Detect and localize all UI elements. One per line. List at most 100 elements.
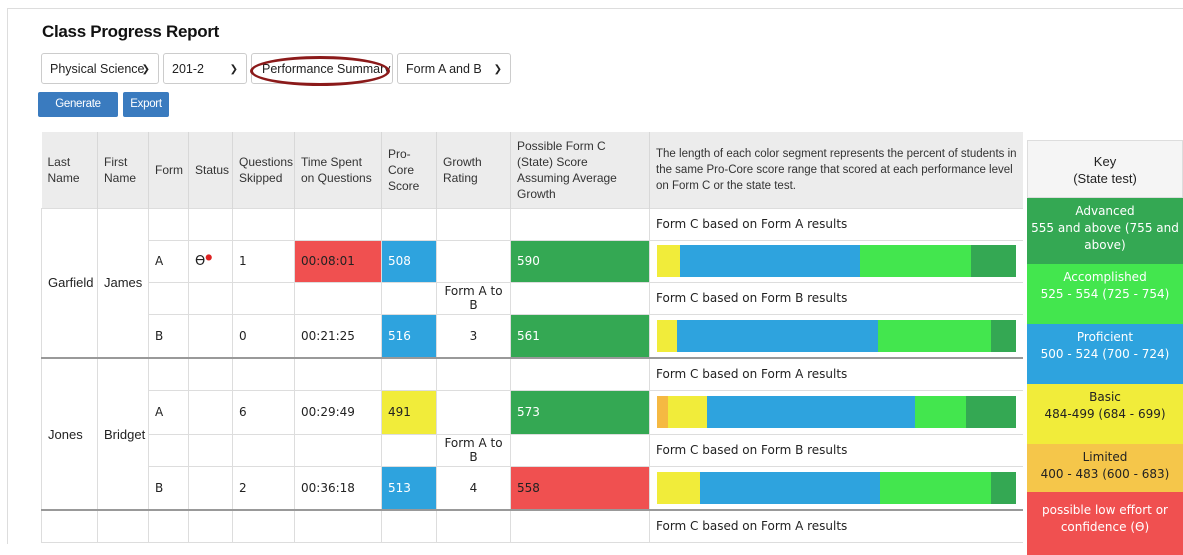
growth-cell <box>436 389 511 435</box>
page-title: Class Progress Report <box>42 22 219 41</box>
status-cell <box>188 389 233 435</box>
bar-caption: Form C based on Form A results <box>649 357 1023 391</box>
key-item-range: 525 - 554 (725 - 754) <box>1040 287 1170 301</box>
class-select[interactable]: 201-2 ❯ <box>163 53 247 84</box>
key-header: Key (State test) <box>1027 140 1183 198</box>
growth-label-cell: Form A to B <box>436 433 511 467</box>
form-cell: A <box>148 239 189 283</box>
table-row: B 0 00:21:25 516 3 561 <box>42 313 1023 359</box>
growth-label-cell: Form A to B <box>436 281 511 315</box>
key-item-range: 500 - 524 (700 - 724) <box>1040 347 1170 361</box>
form-cell: B <box>148 465 189 511</box>
key-items: Advanced 555 and above (755 and above) Acc… <box>1027 198 1183 555</box>
key-item: Proficient 500 - 524 (700 - 724) <box>1027 324 1183 384</box>
subject-select[interactable]: Physical Science ❯ <box>41 53 159 84</box>
skipped-cell: 0 <box>232 313 295 359</box>
form-select[interactable]: Form A and B ❯ <box>397 53 511 84</box>
bar-caption: Form C based on Form A results <box>649 207 1023 241</box>
time-cell: 00:36:18 <box>294 465 382 511</box>
low-confidence-icon: (ϴ) <box>1126 520 1150 534</box>
form-cell: B <box>148 313 189 359</box>
score-cell: 513 <box>381 465 437 511</box>
header-questions-skipped: Questions Skipped <box>232 132 295 208</box>
growth-cell: 3 <box>436 313 511 359</box>
form-cell: A <box>148 389 189 435</box>
form-select-value: Form A and B <box>406 62 482 76</box>
bar-cell <box>649 313 1023 359</box>
bar-segment <box>700 471 880 504</box>
generate-report-button[interactable]: Generate Report <box>38 92 118 135</box>
score-cell: 508 <box>381 239 437 283</box>
bar-segment <box>676 319 878 352</box>
low-confidence-icon: ϴ● <box>195 252 213 270</box>
score-cell: 516 <box>381 313 437 359</box>
bar-segment <box>990 471 1016 504</box>
header-color-segment-explanation: The length of each color segment represe… <box>649 132 1023 208</box>
table-row: B 2 00:36:18 513 4 558 <box>42 465 1023 511</box>
bar-segment <box>657 245 681 277</box>
bar-segment <box>657 319 677 352</box>
chevron-down-icon: ❯ <box>493 64 502 75</box>
key-item-label: possible low effort or confidence (ϴ) <box>1042 503 1168 534</box>
time-cell: 00:08:01 <box>294 239 382 283</box>
status-cell <box>188 313 233 359</box>
time-cell: 00:29:49 <box>294 389 382 435</box>
header-growth-rating: Growth Rating <box>436 132 511 208</box>
table-row: Form A to B Form C based on Form B resul… <box>42 433 1023 467</box>
key-item-label: Accomplished <box>1063 270 1147 284</box>
table-row: Garfield James Form C based on Form A re… <box>41 207 1023 359</box>
header-last-name: Last Name <box>41 132 98 208</box>
bar-segment <box>707 396 916 428</box>
bar-segment <box>879 471 991 504</box>
status-cell <box>188 465 233 511</box>
key-item-range: 484-499 (684 - 699) <box>1044 407 1166 421</box>
skipped-cell: 6 <box>232 389 295 435</box>
performance-bar <box>657 396 1016 428</box>
performance-bar <box>657 245 1016 277</box>
key-item: Accomplished 525 - 554 (725 - 754) <box>1027 264 1183 324</box>
header-time-spent: Time Spent on Questions <box>294 132 382 208</box>
bar-segment <box>667 396 708 428</box>
header-possible-form-c: Possible Form C (State) Score Assuming A… <box>510 132 650 208</box>
key-item: Limited 400 - 483 (600 - 683) <box>1027 444 1183 492</box>
status-cell: ϴ● <box>188 239 233 283</box>
table-row: Form C based on Form A results <box>41 509 1023 543</box>
bar-segment <box>680 245 860 277</box>
possible-score-cell: 558 <box>510 465 650 511</box>
bar-segment <box>657 471 701 504</box>
time-cell: 00:21:25 <box>294 313 382 359</box>
class-select-value: 201-2 <box>172 62 204 76</box>
bar-segment <box>965 396 1016 428</box>
key-item: possible low effort or confidence (ϴ) <box>1027 492 1183 555</box>
performance-bar <box>657 319 1016 352</box>
key-item-label: Advanced <box>1075 204 1135 218</box>
last-name-cell: Garfield <box>41 207 98 359</box>
bar-caption: Form C based on Form B results <box>649 433 1023 467</box>
subject-select-value: Physical Science <box>50 62 145 76</box>
highlight-circle <box>250 56 390 86</box>
key-item-label: Proficient <box>1076 330 1134 344</box>
bar-caption: Form C based on Form B results <box>649 281 1023 315</box>
performance-key: Key (State test) Advanced 555 and above (… <box>1027 140 1183 555</box>
export-button[interactable]: Export <box>123 92 169 117</box>
bar-segment <box>971 245 1016 277</box>
table-row: A 6 00:29:49 491 573 <box>42 389 1023 435</box>
bar-caption: Form C based on Form A results <box>649 509 1023 543</box>
key-item: Basic 484-499 (684 - 699) <box>1027 384 1183 444</box>
key-item-label: Limited <box>1082 450 1128 464</box>
progress-table-wrap: Last Name First Name Form Status Questio… <box>41 132 1023 543</box>
key-subtitle: (State test) <box>1073 171 1137 186</box>
skipped-cell: 1 <box>232 239 295 283</box>
key-title: Key <box>1093 154 1117 169</box>
possible-score-cell: 561 <box>510 313 650 359</box>
header-pro-core-score: Pro-Core Score <box>381 132 437 208</box>
bar-segment <box>877 319 991 352</box>
bar-cell <box>649 389 1023 435</box>
first-name-cell: Bridget <box>97 357 149 511</box>
bar-segment <box>990 319 1016 352</box>
score-cell: 491 <box>381 389 437 435</box>
chevron-down-icon: ❯ <box>229 64 238 75</box>
bar-cell <box>649 465 1023 511</box>
last-name-cell: Jones <box>41 357 98 511</box>
table-row: Jones Bridget Form C based on Form A res… <box>41 357 1023 511</box>
